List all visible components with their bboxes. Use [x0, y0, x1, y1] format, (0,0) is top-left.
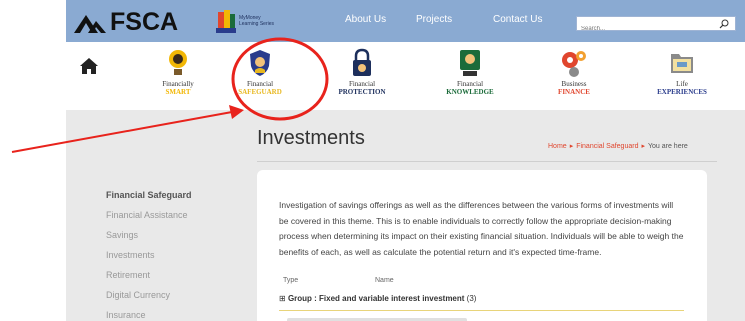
nav-contact-us[interactable]: Contact Us — [493, 14, 542, 25]
title-divider — [257, 161, 717, 162]
sidebar-menu: Financial Safeguard Financial Assistance… — [106, 189, 192, 321]
category-label: Financial — [456, 80, 484, 88]
group-prefix: Group : — [287, 294, 320, 303]
category-sublabel: EXPERIENCES — [657, 88, 707, 96]
category-label: Business — [561, 80, 587, 88]
category-financial-protection[interactable]: Financial PROTECTION — [322, 48, 402, 96]
top-header: FSCA MyMoney Learning Series About Us Pr… — [66, 0, 745, 42]
breadcrumb-chevron-icon: ▸ — [569, 143, 574, 150]
category-financial-safeguard[interactable]: Financial SAFEGUARD — [220, 48, 300, 96]
group-count: (3) — [466, 294, 477, 303]
category-life-experiences[interactable]: Life EXPERIENCES — [642, 48, 722, 96]
category-financially-smart[interactable]: Financially SMART — [138, 48, 218, 96]
search-icon[interactable] — [719, 19, 729, 29]
mymoney-subtitle: Learning Series — [239, 21, 275, 27]
search-box — [576, 16, 736, 36]
category-label: Financial — [348, 80, 376, 88]
shield-icon — [250, 50, 270, 76]
category-sublabel: SAFEGUARD — [238, 88, 282, 96]
category-sublabel: FINANCE — [558, 88, 590, 96]
category-label: Life — [676, 80, 688, 88]
page: FSCA MyMoney Learning Series About Us Pr… — [0, 0, 745, 321]
category-nav: Financially SMART Financial SAFEGUARD Fi… — [66, 42, 745, 110]
breadcrumb: Home ▸ Financial Safeguard ▸ You are here — [548, 142, 688, 150]
fsca-mountain-icon — [74, 15, 106, 33]
category-sublabel: PROTECTION — [338, 88, 386, 96]
category-financial-knowledge[interactable]: Financial KNOWLEDGE — [430, 48, 510, 96]
category-business-finance[interactable]: Business FINANCE — [534, 48, 614, 96]
gears-icon — [562, 51, 586, 77]
breadcrumb-parent[interactable]: Financial Safeguard — [576, 143, 638, 150]
category-label: Financial — [246, 80, 274, 88]
group-row[interactable]: ⊞ Group : Fixed and variable interest in… — [279, 294, 476, 303]
sidebar-item-insurance[interactable]: Insurance — [106, 309, 192, 321]
nav-projects[interactable]: Projects — [416, 14, 452, 25]
logo-text: FSCA — [110, 7, 179, 36]
home-icon[interactable] — [80, 58, 98, 74]
sidebar-item-financial-assistance[interactable]: Financial Assistance — [106, 209, 192, 229]
sidebar-item-retirement[interactable]: Retirement — [106, 269, 192, 289]
group-divider — [279, 310, 684, 311]
expand-icon[interactable]: ⊞ — [279, 294, 288, 303]
category-sublabel: KNOWLEDGE — [446, 88, 494, 96]
group-name: Fixed and variable interest investment — [319, 294, 465, 303]
mymoney-badge-icon — [216, 8, 236, 34]
search-input[interactable] — [577, 22, 707, 36]
page-title: Investments — [257, 127, 365, 149]
theme-description: Investigation of savings offerings as we… — [279, 200, 684, 257]
column-header-name[interactable]: Name — [375, 277, 394, 284]
padlock-icon — [353, 48, 371, 76]
fsca-logo[interactable]: FSCA — [74, 6, 178, 38]
sidebar-item-savings[interactable]: Savings — [106, 229, 192, 249]
nav-about-us[interactable]: About Us — [345, 14, 386, 25]
sidebar-item-financial-safeguard[interactable]: Financial Safeguard — [106, 189, 192, 209]
mymoney-logo[interactable]: MyMoney Learning Series — [216, 8, 274, 34]
smart-icon — [169, 50, 187, 75]
sidebar-item-investments[interactable]: Investments — [106, 249, 192, 269]
sidebar-item-digital-currency[interactable]: Digital Currency — [106, 289, 192, 309]
breadcrumb-home[interactable]: Home — [548, 143, 567, 150]
folder-icon — [671, 54, 693, 73]
knowledge-icon — [460, 50, 480, 76]
content-card: Investigation of savings offerings as we… — [257, 170, 707, 321]
breadcrumb-chevron-icon: ▸ — [641, 143, 645, 150]
category-label: Financially — [162, 80, 194, 88]
column-header-type[interactable]: Type — [283, 277, 298, 284]
breadcrumb-current: You are here — [647, 143, 688, 150]
category-sublabel: SMART — [165, 88, 191, 96]
